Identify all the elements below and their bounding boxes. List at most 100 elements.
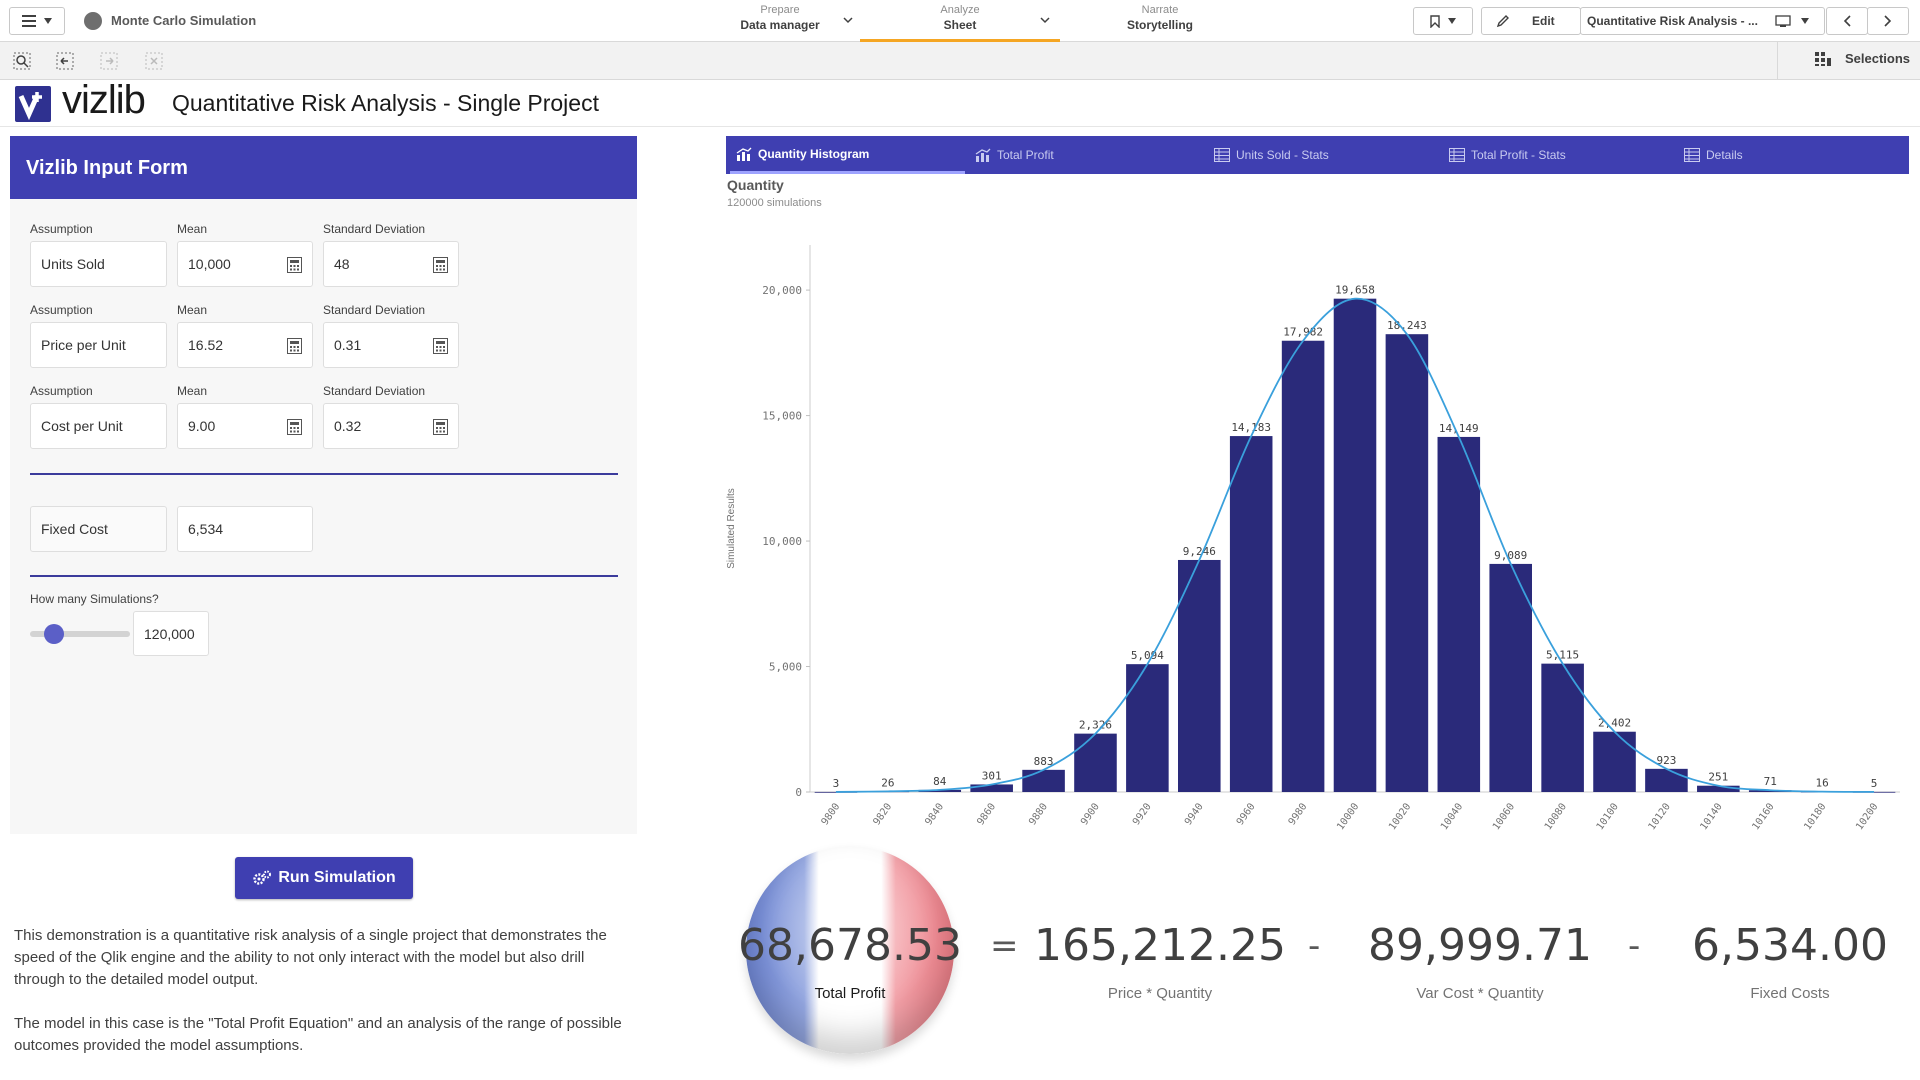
bar-value-label: 17,982 [1283,326,1323,339]
chart-icon [736,147,752,161]
calculator-icon[interactable] [433,257,448,273]
sheet-selector[interactable]: Quantitative Risk Analysis - ... [1580,7,1825,35]
chevron-right-icon [1884,15,1892,27]
y-tick-label: 15,000 [762,410,802,423]
simulations-field[interactable]: 120,000 [133,611,209,656]
tab-total-profit[interactable]: Total Profit [969,136,1204,174]
smart-search-icon[interactable] [13,52,31,70]
x-tick-label: 10060 [1491,801,1517,832]
selections-button[interactable]: Selections [1814,51,1910,66]
step-forward-icon[interactable] [100,52,118,70]
calculator-icon[interactable] [433,419,448,435]
nav-analyze-sub: Analyze [940,4,980,16]
table-icon [1214,148,1230,162]
divider [0,126,1920,127]
sd-field-price-per-unit[interactable]: 0.31 [323,322,459,368]
gears-icon [253,870,272,885]
quantity-histogram-chart[interactable]: 0 5,000 10,000 15,000 20,000 Simulated Result… [720,215,1910,835]
calculator-icon[interactable] [287,419,302,435]
bar-value-label: 84 [933,775,947,788]
nav-prepare[interactable]: Prepare Data manager [700,0,860,42]
y-axis-title: Simulated Results [726,488,737,569]
selections-label: Selections [1844,51,1910,66]
assumption-field-units-sold[interactable]: Units Sold [30,241,167,287]
table-icon [1449,148,1465,162]
price-quantity-label: Price * Quantity [1107,985,1213,1002]
run-simulation-button[interactable]: Run Simulation [235,857,413,899]
chevron-down-icon[interactable] [843,17,853,24]
x-tick-label: 9960 [1235,801,1258,827]
minus-sign: - [1308,926,1321,966]
calculator-icon[interactable] [287,338,302,354]
histogram-bar [1489,563,1532,792]
mean-value: 16.52 [188,337,224,353]
nav-analyze-main: Sheet [943,18,977,32]
nav-narrate[interactable]: Narrate Storytelling [1080,0,1240,42]
x-tick-label: 10100 [1595,801,1621,832]
assumption-label: Assumption [30,303,93,317]
tab-details[interactable]: Details [1674,136,1909,174]
mean-field-units-sold[interactable]: 10,000 [177,241,313,287]
histogram-bar [1697,785,1740,792]
tab-label: Quantity Histogram [758,146,870,161]
tab-label: Total Profit [997,148,1054,162]
fixed-cost-label: Fixed Cost [41,521,108,537]
chevron-down-icon[interactable] [1040,17,1050,24]
x-tick-label: 10140 [1699,801,1725,832]
x-tick-label: 9860 [975,801,998,827]
description-paragraph: This demonstration is a quantitative ris… [14,927,607,988]
histogram-bar [1541,663,1584,792]
divider [1777,42,1778,80]
edit-label: Edit [1532,14,1555,28]
y-tick-label: 0 [795,786,802,799]
assumption-field-cost-per-unit[interactable]: Cost per Unit [30,403,167,449]
page-title: Quantitative Risk Analysis - Single Proj… [172,90,599,116]
run-simulation-label: Run Simulation [278,869,396,886]
fixed-cost-value: 6,534 [188,521,224,537]
selection-toolbar: Selections [0,42,1920,80]
histogram-bar [1333,298,1377,792]
global-menu-button[interactable] [9,7,65,35]
total-profit-value: 68,678.53 [738,920,962,971]
nav-analyze[interactable]: Analyze Sheet [860,0,1060,42]
sd-field-units-sold[interactable]: 48 [323,241,459,287]
x-tick-label: 9820 [871,801,894,827]
step-back-icon[interactable] [56,52,74,70]
divider [30,473,618,475]
previous-sheet-button[interactable] [1826,7,1868,35]
nav-narrate-main: Storytelling [1126,18,1193,32]
next-sheet-button[interactable] [1867,7,1909,35]
tab-quantity-histogram[interactable]: Quantity Histogram [730,136,965,174]
bookmark-button[interactable] [1413,7,1473,35]
chevron-down-icon [44,18,52,24]
y-tick-label: 10,000 [762,535,802,548]
assumption-field-price-per-unit[interactable]: Price per Unit [30,322,167,368]
pencil-icon [1496,15,1509,28]
chart-subtitle: 120000 simulations [727,197,822,209]
mean-label: Mean [177,222,208,236]
equals-sign: = [990,926,1019,966]
nav-narrate-sub: Narrate [1141,4,1179,16]
chart-icon [975,148,991,162]
mean-field-price-per-unit[interactable]: 16.52 [177,322,313,368]
tab-units-sold-stats[interactable]: Units Sold - Stats [1204,136,1439,174]
edit-button[interactable]: Edit [1481,7,1581,35]
tab-total-profit-stats[interactable]: Total Profit - Stats [1439,136,1674,174]
chart-tab-bar: Quantity Histogram Total Profit Units So… [726,136,1909,174]
app-icon [84,12,102,30]
selections-icon [1814,51,1831,66]
x-tick-label: 9920 [1131,801,1154,827]
x-tick-label: 10000 [1335,801,1361,832]
sd-field-cost-per-unit[interactable]: 0.32 [323,403,459,449]
fixed-cost-field[interactable]: 6,534 [177,506,313,552]
calculator-icon[interactable] [433,338,448,354]
x-tick-label: 9940 [1183,801,1206,827]
simulations-slider-handle[interactable] [44,624,64,644]
mean-field-cost-per-unit[interactable]: 9.00 [177,403,313,449]
nav-prepare-sub: Prepare [760,4,800,16]
calculator-icon[interactable] [287,257,302,273]
x-tick-label: 9880 [1027,801,1050,827]
clear-selections-icon[interactable] [145,52,163,70]
bar-value-label: 3 [833,777,840,790]
app-name: Monte Carlo Simulation [111,13,257,28]
